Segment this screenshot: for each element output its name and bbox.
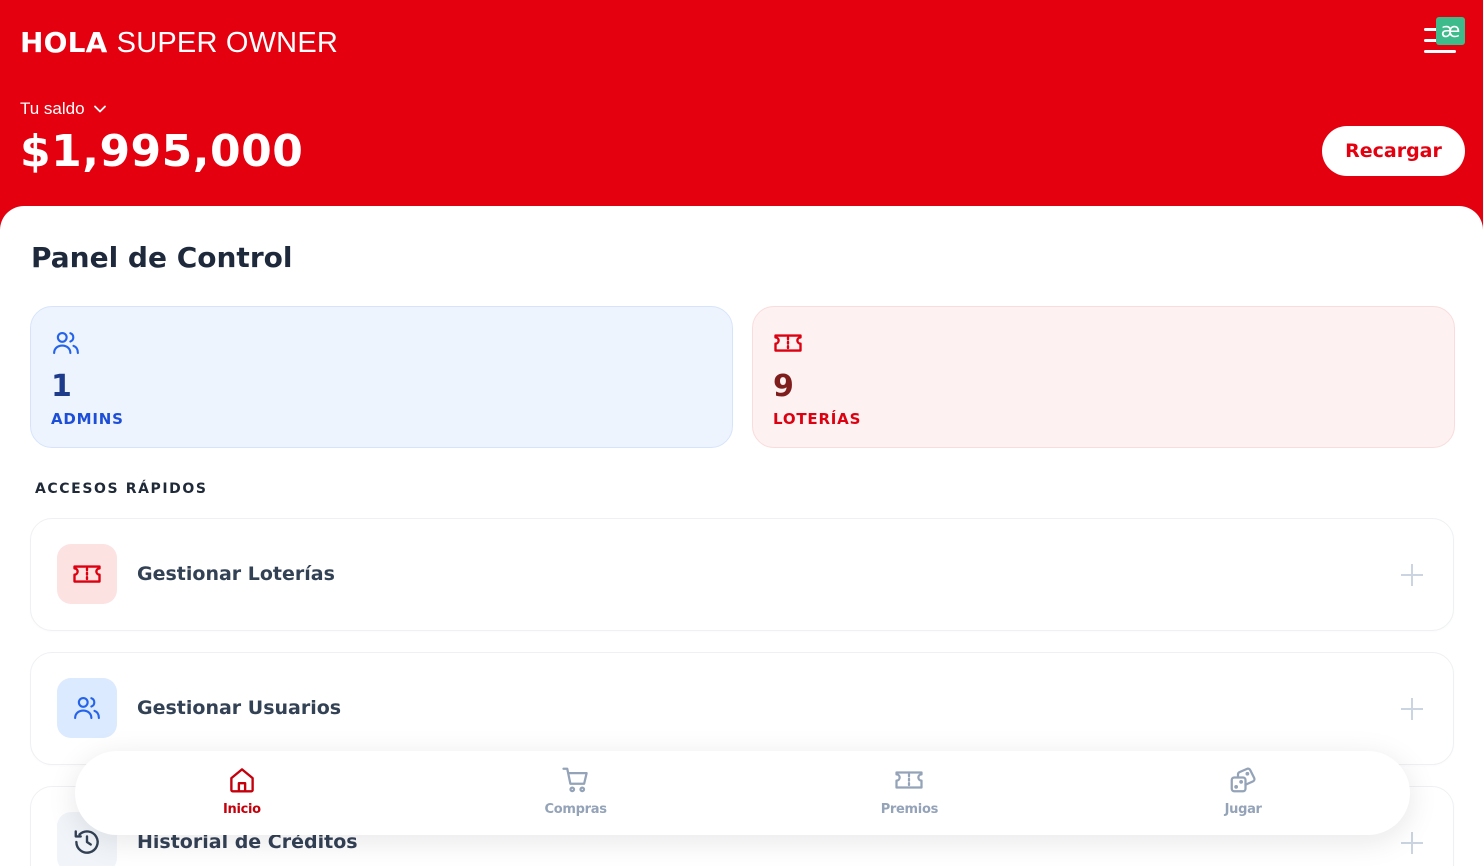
balance-label: Tu saldo — [20, 99, 85, 118]
stat-loterias-value: 9 — [773, 369, 794, 404]
ticket-icon — [73, 565, 101, 583]
plus-icon — [1401, 564, 1423, 586]
bottom-nav: Inicio Compras Premios Jugar — [75, 751, 1410, 835]
nav-label: Jugar — [1224, 802, 1262, 817]
dice-icon — [1230, 767, 1256, 793]
plus-icon — [1401, 832, 1423, 854]
recharge-button[interactable]: Recargar — [1322, 126, 1465, 176]
nav-label: Inicio — [222, 802, 261, 817]
balance-value: $1,995,000 — [20, 126, 304, 177]
ticket-icon — [895, 771, 923, 789]
quick-item-icon-box — [57, 678, 117, 738]
greeting-hola: HOLA — [20, 26, 108, 59]
quick-item-manage-lotteries[interactable]: Gestionar Loterías — [30, 518, 1454, 631]
nav-label: Compras — [544, 802, 607, 817]
cart-icon — [562, 767, 588, 793]
balance-toggle[interactable]: Tu saldo — [20, 99, 107, 119]
users-icon — [74, 696, 100, 720]
nav-item-jugar[interactable]: Jugar — [1076, 751, 1410, 835]
nav-item-inicio[interactable]: Inicio — [75, 751, 409, 835]
ticket-icon — [774, 334, 802, 352]
stat-admins-label: ADMINS — [51, 410, 124, 428]
quick-item-label: Gestionar Loterías — [137, 563, 335, 585]
nav-label: Premios — [880, 802, 939, 817]
quick-item-label: Gestionar Usuarios — [137, 697, 342, 719]
extension-icon[interactable]: æ — [1436, 17, 1465, 45]
nav-item-premios[interactable]: Premios — [743, 751, 1077, 835]
stat-loterias-label: LOTERÍAS — [773, 410, 862, 428]
header-bar: HOLA SUPER OWNER æ Tu saldo $1,995,000 R… — [0, 0, 1483, 240]
stat-card-loterias[interactable]: 9 LOTERÍAS — [752, 306, 1455, 448]
chevron-down-icon — [93, 105, 106, 113]
section-title-quick-access: ACCESOS RÁPIDOS — [35, 481, 208, 497]
greeting-user: SUPER OWNER — [116, 27, 339, 59]
stat-card-admins[interactable]: 1 ADMINS — [30, 306, 733, 448]
quick-item-manage-users[interactable]: Gestionar Usuarios — [30, 652, 1454, 765]
greeting: HOLA SUPER OWNER — [20, 26, 338, 60]
plus-icon — [1401, 698, 1423, 720]
home-icon — [230, 768, 254, 793]
users-icon — [53, 331, 79, 355]
stat-admins-value: 1 — [51, 369, 72, 404]
quick-item-icon-box — [57, 544, 117, 604]
nav-item-compras[interactable]: Compras — [409, 751, 743, 835]
page-title: Panel de Control — [31, 241, 293, 274]
